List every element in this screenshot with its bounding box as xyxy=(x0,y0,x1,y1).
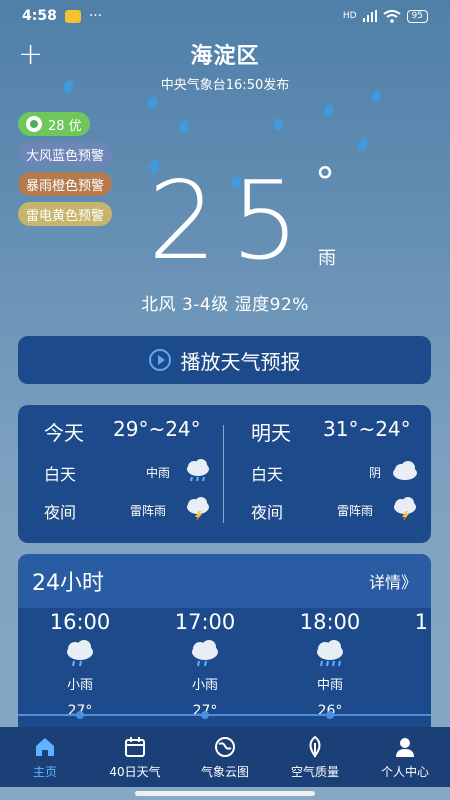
nav-air-quality[interactable]: 空气质量 xyxy=(270,727,360,787)
today-title: 今天 xyxy=(44,421,84,445)
location-title: 海淀区 xyxy=(190,44,260,69)
aqi-badge[interactable]: 28 优 xyxy=(18,112,90,136)
nav-cloud-map-label: 气象云图 xyxy=(200,764,249,779)
hour-time: 16:00 xyxy=(49,610,111,634)
home-indicator[interactable] xyxy=(135,791,315,796)
cloud-rain-icon xyxy=(192,640,218,667)
bottom-nav: 主页 40日天气 气象云图 空气质量 个人中心 xyxy=(0,727,450,787)
day-divider xyxy=(223,425,224,523)
nav-40day-label: 40日天气 xyxy=(109,764,161,779)
hour-item[interactable]: 1 xyxy=(368,610,428,634)
globe-icon xyxy=(215,736,235,757)
nav-home[interactable]: 主页 xyxy=(0,727,90,787)
tomorrow-night-label: 夜间 xyxy=(251,503,284,522)
battery-icon: 95 xyxy=(406,9,428,23)
rain-drop-icon xyxy=(178,118,191,135)
aqi-value: 28 优 xyxy=(48,118,82,134)
thunder-rain-icon xyxy=(187,497,209,521)
hour-time: 17:00 xyxy=(174,610,236,634)
user-icon xyxy=(396,737,414,757)
tomorrow-day-label: 白天 xyxy=(251,465,284,484)
tomorrow-column: 明天 31°~24° 白天 阴 夜间 雷阵雨 xyxy=(225,405,425,543)
nav-home-label: 主页 xyxy=(32,764,57,779)
cloud-rain-icon xyxy=(187,459,209,482)
cloud-heavy-rain-icon xyxy=(317,640,343,667)
leaf-icon xyxy=(309,735,321,758)
today-night-cond: 雷阵雨 xyxy=(130,504,167,518)
hourly-detail-link[interactable]: 详情》 xyxy=(369,569,417,593)
today-night-label: 夜间 xyxy=(44,503,77,522)
home-icon xyxy=(36,737,54,756)
hour-item[interactable]: 16:00 小雨 27° xyxy=(20,610,140,719)
wifi-icon xyxy=(382,9,401,23)
today-day-label: 白天 xyxy=(44,465,77,484)
today-column: 今天 29°~24° 白天 中雨 夜间 雷阵雨 xyxy=(18,405,218,543)
rain-drop-icon xyxy=(272,116,285,133)
today-range: 29°~24° xyxy=(113,417,201,441)
thunder-warning-badge[interactable]: 雷电黄色预警 xyxy=(18,202,113,226)
hour-cond: 小雨 xyxy=(66,678,93,693)
nav-40day[interactable]: 40日天气 xyxy=(90,727,180,787)
cloud-rain-icon xyxy=(67,640,93,667)
degree-symbol: ° xyxy=(315,160,335,206)
hour-item[interactable]: 17:00 小雨 27° xyxy=(145,610,265,719)
app-notification-icon xyxy=(64,9,81,23)
rain-drop-icon xyxy=(356,136,369,153)
nav-air-quality-label: 空气质量 xyxy=(290,764,339,779)
hour-cond: 中雨 xyxy=(316,678,343,693)
tomorrow-day-cond: 阴 xyxy=(369,466,382,480)
cloud-icon xyxy=(393,461,417,480)
temperature-point xyxy=(326,711,334,719)
hourly-title: 24小时 xyxy=(32,571,104,596)
status-time: 4:58 xyxy=(22,8,57,24)
current-condition: 雨 xyxy=(318,248,336,269)
wind-warning-badge[interactable]: 大风蓝色预警 xyxy=(18,142,113,166)
play-forecast-button[interactable]: 播放天气预报 xyxy=(18,336,431,384)
tomorrow-night-cond: 雷阵雨 xyxy=(337,504,374,518)
calendar-icon xyxy=(125,736,145,757)
tomorrow-title: 明天 xyxy=(251,421,291,445)
status-more-icon: ··· xyxy=(88,8,103,24)
tomorrow-range: 31°~24° xyxy=(323,417,411,441)
rain-drop-icon xyxy=(322,102,335,119)
play-icon xyxy=(148,349,171,371)
status-bar: 4:58 ··· HD 95 xyxy=(0,0,450,32)
rain-warning-badge[interactable]: 暴雨橙色预警 xyxy=(18,172,113,196)
cell-signal-icon xyxy=(362,10,377,22)
thunder-rain-icon xyxy=(394,497,416,521)
nav-profile[interactable]: 个人中心 xyxy=(360,727,450,787)
hourly-forecast-card: 24小时 详情》 16:00 小雨 27° 17:00 小雨 27° 18:00… xyxy=(18,554,431,729)
alert-badges: 28 优 大风蓝色预警 暴雨橙色预警 雷电黄色预警 xyxy=(18,112,113,226)
nav-cloud-map[interactable]: 气象云图 xyxy=(180,727,270,787)
temperature-point xyxy=(76,711,84,719)
play-forecast-label: 播放天气预报 xyxy=(180,349,301,374)
signal-icon: HD xyxy=(342,11,357,21)
hourly-header: 24小时 详情》 xyxy=(18,554,431,608)
status-right: HD 95 xyxy=(342,9,428,23)
aqi-leaf-icon xyxy=(26,116,42,132)
daily-forecast-card[interactable]: 今天 29°~24° 白天 中雨 夜间 雷阵雨 明天 31°~24° 白天 阴 … xyxy=(18,405,431,543)
current-temperature: 25 xyxy=(148,159,314,284)
wind-humidity: 北风 3-4级 湿度92% xyxy=(141,295,309,315)
rain-drop-icon xyxy=(146,94,159,111)
nav-profile-label: 个人中心 xyxy=(380,764,429,779)
hour-time: 1 xyxy=(414,610,428,634)
today-day-cond: 中雨 xyxy=(146,466,171,480)
hour-cond: 小雨 xyxy=(191,678,218,693)
temperature-point xyxy=(201,711,209,719)
